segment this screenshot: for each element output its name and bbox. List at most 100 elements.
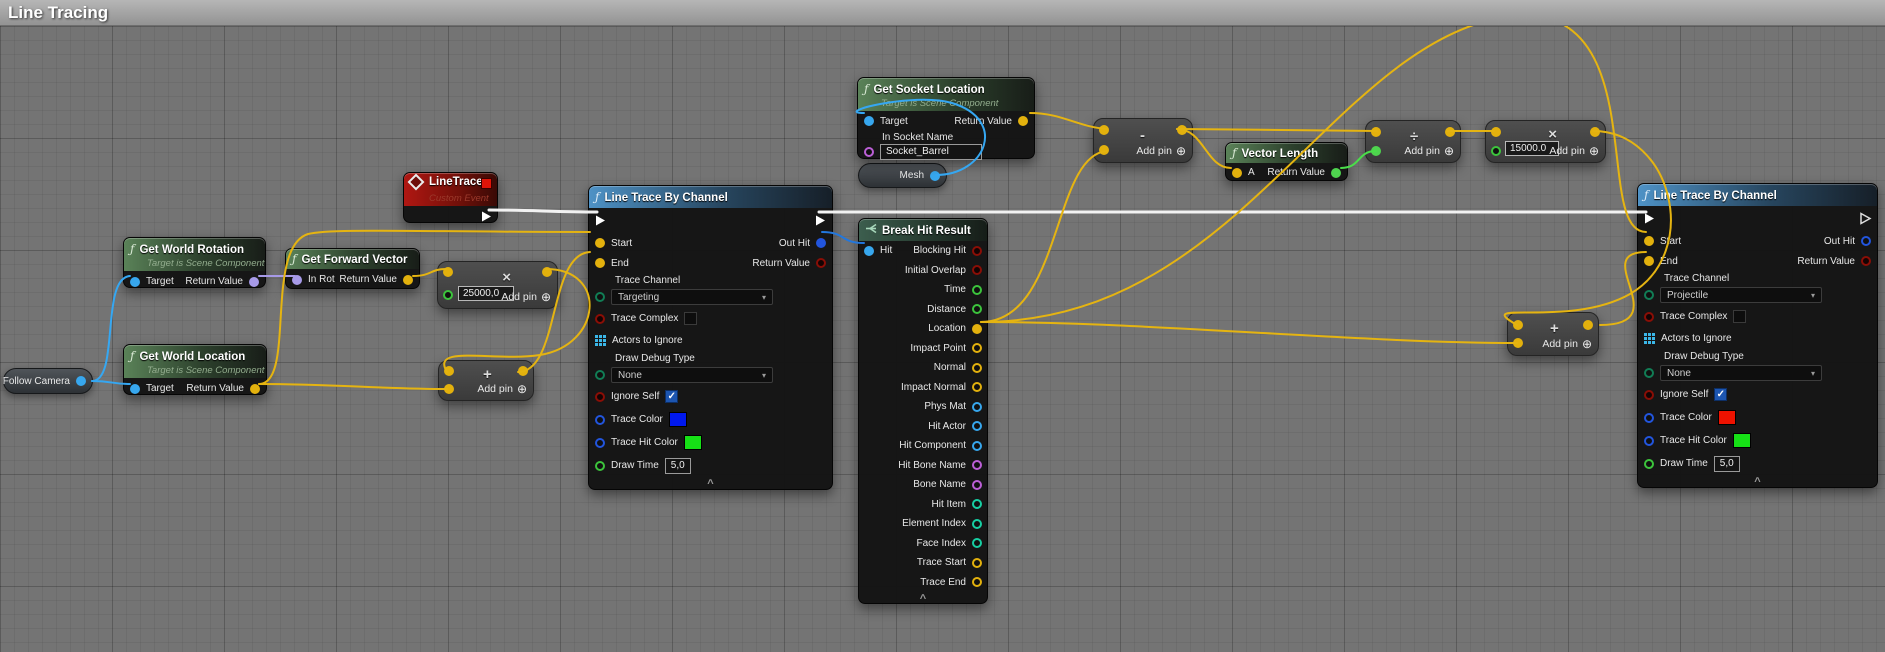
- add-output-pin[interactable]: [518, 366, 528, 376]
- draw-time-pin[interactable]: [595, 461, 605, 471]
- node-add-vectors-1[interactable]: + Add pin⊕: [438, 360, 534, 401]
- normal-pin[interactable]: [972, 363, 982, 373]
- subtract-input-a-pin[interactable]: [1099, 125, 1109, 135]
- add-input-b-pin[interactable]: [1513, 338, 1523, 348]
- trace-channel-dropdown[interactable]: Targeting▾: [611, 289, 773, 305]
- node-header[interactable]: ƒLine Trace By Channel: [589, 186, 832, 208]
- subtract-output-pin[interactable]: [1177, 125, 1187, 135]
- array-pin-icon[interactable]: [595, 335, 606, 346]
- impact-normal-pin[interactable]: [972, 382, 982, 392]
- return-value-pin[interactable]: [1331, 168, 1341, 178]
- node-get-socket-location[interactable]: ƒGet Socket Location Target is Scene Com…: [857, 77, 1035, 159]
- draw-debug-pin[interactable]: [595, 370, 605, 380]
- ignore-self-checkbox[interactable]: ✓: [1714, 388, 1727, 401]
- node-header[interactable]: ƒLine Trace By Channel: [1638, 184, 1877, 206]
- node-get-world-rotation[interactable]: ƒGet World Rotation Target is Scene Comp…: [123, 237, 266, 288]
- out-hit-pin[interactable]: [1861, 236, 1871, 246]
- node-get-forward-vector[interactable]: ƒGet Forward Vector In Rot Return Value: [285, 248, 420, 289]
- hit-actor-pin[interactable]: [972, 421, 982, 431]
- trace-complex-checkbox[interactable]: [684, 312, 697, 325]
- draw-time-field[interactable]: 5,0: [665, 458, 691, 474]
- trace-hit-color-swatch[interactable]: [1733, 433, 1751, 448]
- add-input-a-pin[interactable]: [444, 366, 454, 376]
- draw-debug-dropdown[interactable]: None▾: [611, 367, 773, 383]
- start-pin[interactable]: [1644, 236, 1654, 246]
- return-value-pin[interactable]: [816, 258, 826, 268]
- node-get-world-location[interactable]: ƒGet World Location Target is Scene Comp…: [123, 344, 267, 395]
- node-header[interactable]: LineTrace Custom Event: [404, 173, 497, 206]
- node-header[interactable]: ƒVector Length: [1226, 143, 1347, 163]
- node-line-trace-by-channel-2[interactable]: ƒLine Trace By Channel Start Out Hit End…: [1637, 183, 1878, 488]
- target-pin[interactable]: [864, 116, 874, 126]
- collapse-node-chevron[interactable]: ^: [707, 479, 713, 489]
- location-pin[interactable]: [972, 324, 982, 334]
- add-pin-button[interactable]: Add pin⊕: [1549, 144, 1599, 158]
- trace-start-pin[interactable]: [972, 558, 982, 568]
- socket-name-pin[interactable]: [864, 147, 874, 157]
- divide-input-b-pin[interactable]: [1371, 146, 1381, 156]
- node-multiply-25000[interactable]: × 25000,0 Add pin⊕: [437, 261, 558, 309]
- return-value-pin[interactable]: [1018, 116, 1028, 126]
- start-pin[interactable]: [595, 238, 605, 248]
- exec-out-pin[interactable]: [814, 214, 827, 227]
- add-pin-button[interactable]: Add pin⊕: [1542, 337, 1592, 351]
- multiply-output-pin[interactable]: [1590, 127, 1600, 137]
- return-value-pin[interactable]: [249, 277, 259, 287]
- add-input-b-pin[interactable]: [444, 384, 454, 394]
- multiply-input-a-pin[interactable]: [443, 267, 453, 277]
- exec-out-pin[interactable]: [1859, 212, 1872, 225]
- return-value-pin[interactable]: [250, 384, 260, 394]
- in-rot-pin[interactable]: [292, 275, 302, 285]
- node-linetrace-event[interactable]: LineTrace Custom Event: [403, 172, 498, 223]
- hit-item-pin[interactable]: [972, 499, 982, 509]
- add-pin-button[interactable]: Add pin⊕: [1136, 144, 1186, 158]
- end-pin[interactable]: [1644, 256, 1654, 266]
- collapse-node-chevron[interactable]: ^: [1754, 477, 1760, 487]
- node-break-hit-result[interactable]: Break Hit Result Hit Blocking Hit Initia…: [858, 218, 988, 604]
- follow-camera-output-pin[interactable]: [76, 376, 86, 386]
- node-vector-length[interactable]: ƒVector Length A Return Value: [1225, 142, 1348, 181]
- divide-output-pin[interactable]: [1445, 127, 1455, 137]
- trace-end-pin[interactable]: [972, 577, 982, 587]
- node-header[interactable]: Break Hit Result: [859, 219, 987, 241]
- add-pin-button[interactable]: Add pin⊕: [1404, 144, 1454, 158]
- exec-out-pin[interactable]: [480, 210, 493, 223]
- time-pin[interactable]: [972, 285, 982, 295]
- multiply-input-b-pin[interactable]: [443, 290, 453, 300]
- node-header[interactable]: ƒGet Socket Location Target is Scene Com…: [858, 78, 1034, 111]
- impact-point-pin[interactable]: [972, 343, 982, 353]
- add-output-pin[interactable]: [1583, 320, 1593, 330]
- node-multiply-15000[interactable]: × 15000.0 Add pin⊕: [1485, 120, 1606, 163]
- ignore-self-pin[interactable]: [595, 392, 605, 402]
- element-index-pin[interactable]: [972, 519, 982, 529]
- array-pin-icon[interactable]: [1644, 333, 1655, 344]
- trace-color-pin[interactable]: [595, 415, 605, 425]
- divide-input-a-pin[interactable]: [1371, 127, 1381, 137]
- add-pin-button[interactable]: Add pin⊕: [501, 290, 551, 304]
- node-subtract-vectors[interactable]: - Add pin⊕: [1093, 118, 1193, 163]
- trace-color-pin[interactable]: [1644, 413, 1654, 423]
- draw-time-field[interactable]: 5,0: [1714, 456, 1740, 472]
- target-pin[interactable]: [130, 384, 140, 394]
- socket-name-field[interactable]: Socket_Barrel: [880, 144, 982, 160]
- trace-complex-pin[interactable]: [595, 314, 605, 324]
- return-value-pin[interactable]: [1861, 256, 1871, 266]
- out-hit-pin[interactable]: [816, 238, 826, 248]
- collapse-node-chevron[interactable]: ^: [920, 594, 926, 604]
- node-divide-vector[interactable]: ÷ Add pin⊕: [1365, 120, 1461, 163]
- exec-in-pin[interactable]: [1643, 212, 1656, 225]
- a-pin[interactable]: [1232, 168, 1242, 178]
- initial-overlap-pin[interactable]: [972, 265, 982, 275]
- trace-color-swatch[interactable]: [1718, 410, 1736, 425]
- ignore-self-pin[interactable]: [1644, 390, 1654, 400]
- return-value-pin[interactable]: [403, 275, 413, 285]
- draw-time-pin[interactable]: [1644, 459, 1654, 469]
- trace-hit-color-pin[interactable]: [595, 438, 605, 448]
- trace-hit-color-pin[interactable]: [1644, 436, 1654, 446]
- draw-debug-pin[interactable]: [1644, 368, 1654, 378]
- node-add-vectors-2[interactable]: + Add pin⊕: [1507, 312, 1599, 356]
- add-pin-button[interactable]: Add pin⊕: [477, 382, 527, 396]
- variable-node-mesh[interactable]: Mesh: [858, 163, 947, 188]
- multiply-output-pin[interactable]: [542, 267, 552, 277]
- trace-complex-pin[interactable]: [1644, 312, 1654, 322]
